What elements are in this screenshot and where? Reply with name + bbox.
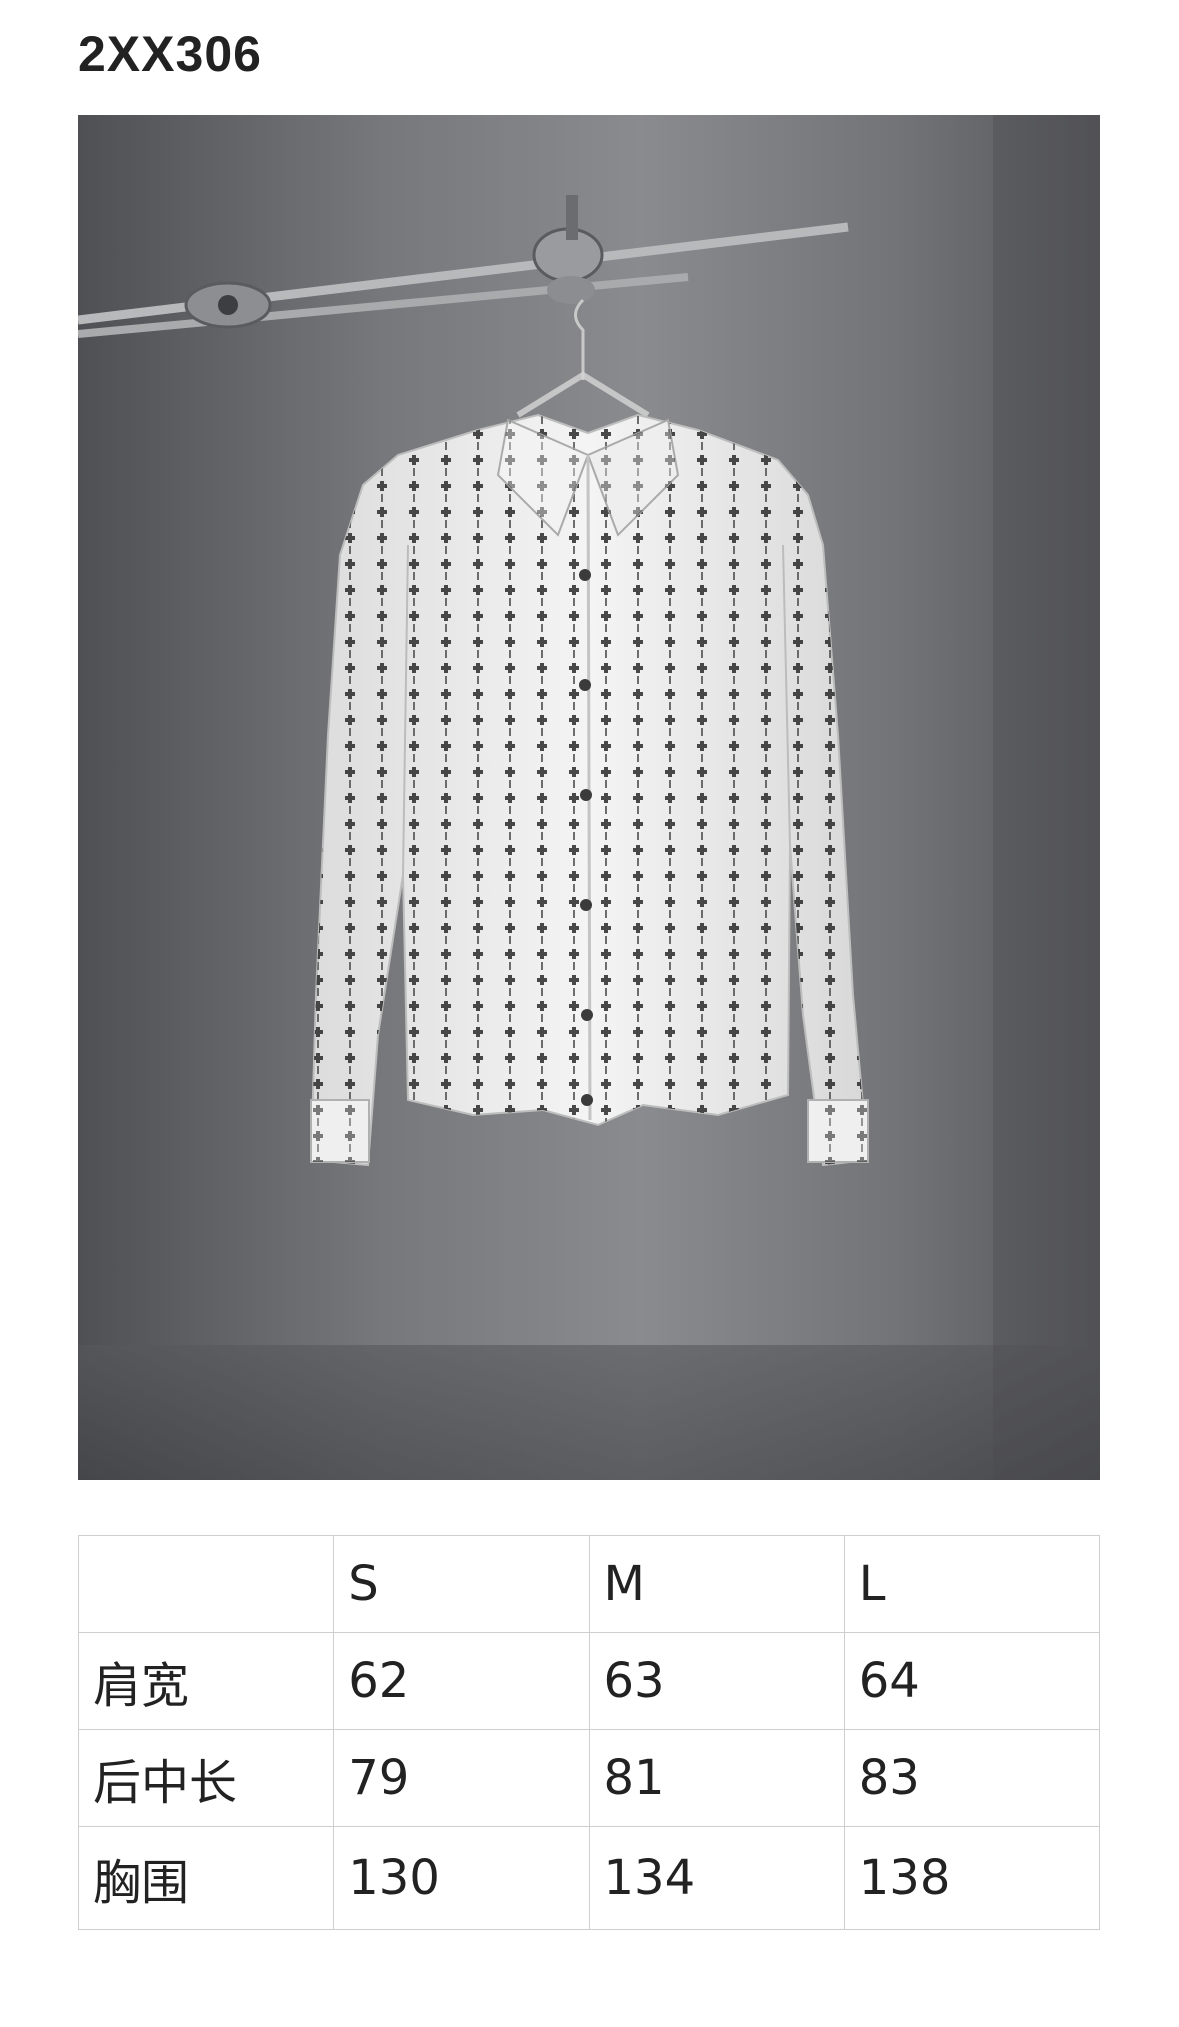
table-cell: 130 bbox=[333, 1826, 590, 1930]
product-code: 2XX306 bbox=[78, 26, 262, 82]
table-row: 胸围 130 134 138 bbox=[77, 1826, 1101, 1930]
table-cell: 62 bbox=[333, 1632, 590, 1730]
row-label-shoulder-width: 肩宽 bbox=[77, 1632, 335, 1730]
size-header-m: M bbox=[588, 1535, 845, 1633]
table-cell: 138 bbox=[843, 1826, 1101, 1930]
size-table: S M L 肩宽 62 63 64 后中长 79 81 83 胸围 130 13… bbox=[77, 1535, 1101, 1930]
size-table-corner-cell bbox=[77, 1535, 335, 1633]
table-cell: 134 bbox=[588, 1826, 845, 1930]
product-photo bbox=[78, 115, 1100, 1480]
size-header-s: S bbox=[333, 1535, 590, 1633]
table-cell: 63 bbox=[588, 1632, 845, 1730]
shirt-illustration bbox=[78, 115, 1100, 1480]
row-label-back-length: 后中长 bbox=[77, 1729, 335, 1827]
table-cell: 79 bbox=[333, 1729, 590, 1827]
size-header-l: L bbox=[843, 1535, 1101, 1633]
table-cell: 64 bbox=[843, 1632, 1101, 1730]
table-row: 后中长 79 81 83 bbox=[77, 1729, 1101, 1827]
table-cell: 83 bbox=[843, 1729, 1101, 1827]
size-table-header-row: S M L bbox=[77, 1535, 1101, 1633]
table-cell: 81 bbox=[588, 1729, 845, 1827]
table-row: 肩宽 62 63 64 bbox=[77, 1632, 1101, 1730]
row-label-chest: 胸围 bbox=[77, 1826, 335, 1930]
